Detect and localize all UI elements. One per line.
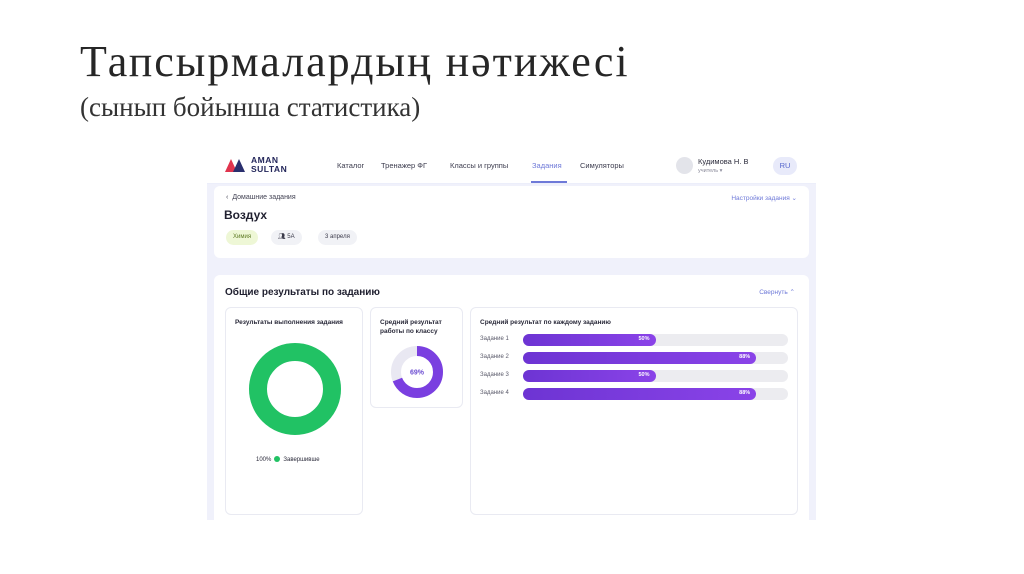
task-bar-value: 50% xyxy=(638,336,650,342)
task-bar-label: Задание 3 xyxy=(480,372,509,378)
completion-donut-arc xyxy=(249,343,341,435)
task-bar-value: 50% xyxy=(638,372,650,378)
active-tab-indicator xyxy=(531,181,567,183)
chevron-left-icon: ‹ xyxy=(226,194,229,201)
task-bar-track: 88% xyxy=(523,388,788,400)
task-bar-track: 50% xyxy=(523,370,788,382)
avatar[interactable] xyxy=(676,157,693,174)
collapse-label: Свернуть xyxy=(759,289,788,296)
language-button[interactable]: RU xyxy=(773,157,797,175)
breadcrumb[interactable]: ‹ Домашние задания xyxy=(226,194,296,201)
nav-item-trainer[interactable]: Тренажер ФГ xyxy=(381,161,427,170)
task-bar-value: 88% xyxy=(739,354,751,360)
class-badge-label: 5А xyxy=(287,234,295,240)
task-bar-fill: 88% xyxy=(523,352,757,364)
collapse-button[interactable]: Свернуть ⌃ xyxy=(759,288,795,296)
task-bar-fill: 50% xyxy=(523,370,656,382)
logo-line-2: SULTAN xyxy=(251,164,288,174)
top-navigation: AMAN SULTAN Каталог Тренажер ФГ Классы и… xyxy=(207,150,816,184)
task-bar-track: 88% xyxy=(523,352,788,364)
task-bar-track: 50% xyxy=(523,334,788,346)
nav-item-tasks[interactable]: Задания xyxy=(532,161,562,170)
page-title: Воздух xyxy=(224,208,268,222)
completion-title: Результаты выполнения задания xyxy=(235,319,343,326)
completion-percent: 100% xyxy=(256,457,272,463)
completion-legend: 100% Завершивше xyxy=(256,456,320,463)
completion-legend-label: Завершивше xyxy=(283,457,320,463)
date-badge: 3 апреля xyxy=(318,230,357,245)
task-bar-row: Задание 3 50% xyxy=(480,370,792,382)
task-bar-fill: 50% xyxy=(523,334,656,346)
per-task-title: Средний результат по каждому заданию xyxy=(480,319,611,326)
subject-badge: Химия xyxy=(226,230,259,245)
task-bar-label: Задание 2 xyxy=(480,354,509,360)
class-badge: 👥︎ 5А xyxy=(271,230,302,245)
average-title: Средний результат работы по классу xyxy=(380,319,442,335)
group-icon: 👥︎ xyxy=(278,234,286,240)
completion-panel: Результаты выполнения задания 100% Заверш… xyxy=(225,307,363,515)
task-settings-link[interactable]: Настройки задания ⌄ xyxy=(731,194,797,202)
task-settings-label: Настройки задания xyxy=(731,195,790,202)
task-bar-label: Задание 1 xyxy=(480,336,509,342)
task-bar-label: Задание 4 xyxy=(480,390,509,396)
chevron-down-icon: ⌄ xyxy=(791,195,797,202)
chevron-up-icon: ⌃ xyxy=(789,289,795,296)
per-task-panel: Средний результат по каждому заданию Зад… xyxy=(470,307,798,515)
results-card: Общие результаты по заданию Свернуть ⌃ Р… xyxy=(214,275,809,520)
task-bar-fill: 88% xyxy=(523,388,757,400)
user-name[interactable]: Кудимова Н. В xyxy=(698,157,749,166)
logo-text: AMAN SULTAN xyxy=(251,156,287,174)
task-bar-row: Задание 1 50% xyxy=(480,334,792,346)
nav-item-classes[interactable]: Классы и группы xyxy=(450,161,508,170)
slide-title: Тапсырмалардың нәтижесі xyxy=(80,37,630,86)
task-header-card: ‹ Домашние задания Воздух Настройки задан… xyxy=(214,186,809,258)
average-panel: Средний результат работы по классу 69% xyxy=(370,307,463,408)
average-donut-chart: 69% xyxy=(391,346,443,398)
average-percent-label: 69% xyxy=(410,370,425,377)
logo-mark-icon xyxy=(225,159,245,172)
completion-donut-chart xyxy=(249,343,341,435)
nav-item-simulators[interactable]: Симуляторы xyxy=(580,161,624,170)
app-screenshot: AMAN SULTAN Каталог Тренажер ФГ Классы и… xyxy=(207,150,816,520)
task-bar-value: 88% xyxy=(739,390,751,396)
legend-dot-icon xyxy=(274,456,281,462)
task-bar-row: Задание 2 88% xyxy=(480,352,792,364)
breadcrumb-label: Домашние задания xyxy=(232,194,296,201)
nav-item-catalog[interactable]: Каталог xyxy=(337,161,364,170)
slide-subtitle: (сынып бойынша статистика) xyxy=(80,92,421,122)
user-role[interactable]: учитель ▾ xyxy=(698,168,722,174)
task-bar-row: Задание 4 88% xyxy=(480,388,792,400)
results-title: Общие результаты по заданию xyxy=(225,287,380,298)
